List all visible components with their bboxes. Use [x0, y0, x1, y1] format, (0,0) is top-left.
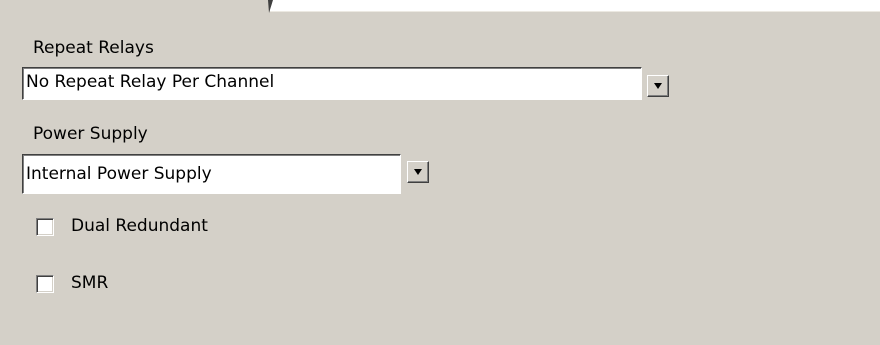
- smr-checkbox[interactable]: [36, 275, 54, 293]
- chevron-down-icon: [414, 169, 422, 175]
- tab-strip-shadow: [270, 11, 880, 12]
- power-supply-label: Power Supply: [33, 124, 148, 144]
- repeat-relays-select[interactable]: No Repeat Relay Per Channel: [22, 67, 642, 100]
- dual-redundant-checkbox[interactable]: [36, 218, 54, 236]
- dual-redundant-label[interactable]: Dual Redundant: [71, 216, 208, 236]
- smr-label[interactable]: SMR: [71, 273, 108, 293]
- power-supply-dropdown-button[interactable]: [407, 161, 429, 183]
- settings-panel: Repeat Relays No Repeat Relay Per Channe…: [0, 0, 880, 345]
- power-supply-value: Internal Power Supply: [26, 164, 212, 184]
- repeat-relays-value: No Repeat Relay Per Channel: [26, 72, 275, 92]
- power-supply-select[interactable]: Internal Power Supply: [22, 154, 401, 194]
- chevron-down-icon: [654, 83, 662, 89]
- repeat-relays-dropdown-button[interactable]: [647, 75, 669, 97]
- repeat-relays-label: Repeat Relays: [33, 38, 154, 58]
